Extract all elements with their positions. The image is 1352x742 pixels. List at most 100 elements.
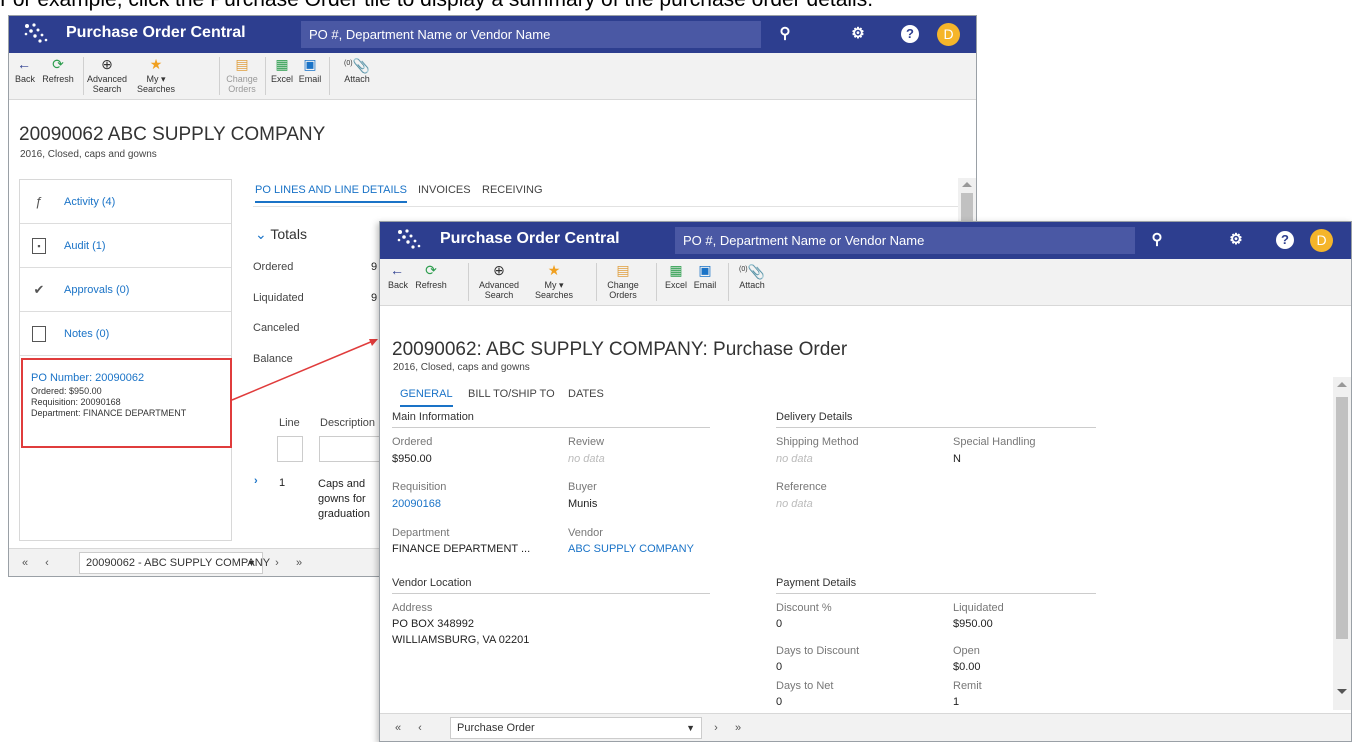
prev-record-button[interactable]: ‹	[410, 718, 430, 738]
sidebar-item-approvals[interactable]: ✔ Approvals (0)	[20, 268, 231, 312]
department-value[interactable]: FINANCE DEPARTMENT ...	[392, 543, 530, 555]
gear-icon[interactable]: ⚙	[1227, 231, 1245, 249]
toolbar: ← Back ⟳ Refresh ⊕ Advanced Search ★ My ▾ Sear…	[9, 53, 976, 100]
address-line1: PO BOX 348992	[392, 618, 474, 630]
discount-value: 0	[776, 618, 783, 630]
excel-button[interactable]: ▦ Excel	[664, 262, 688, 290]
department-label: Department	[392, 527, 450, 539]
instruction-caption: For example, click the Purchase Order ti…	[0, 0, 873, 12]
page-title: 20090062 ABC SUPPLY COMPANY	[19, 124, 326, 145]
discount-label: Discount %	[776, 602, 832, 614]
search-icon[interactable]: ⚲	[776, 25, 794, 43]
line-number: 1	[279, 477, 286, 489]
tab-po-lines[interactable]: PO LINES AND LINE DETAILS	[255, 184, 408, 203]
sidebar: ƒ Activity (4) ▪ Audit (1) ✔ Approvals (0) …	[19, 179, 232, 541]
next-record-button[interactable]: ›	[267, 553, 287, 573]
advanced-search-button[interactable]: ⊕ Advanced Search	[478, 262, 520, 300]
gear-icon[interactable]: ⚙	[849, 25, 867, 43]
change-orders-button[interactable]: ▤ Change Orders	[225, 56, 259, 94]
email-button[interactable]: ▣ Email	[692, 262, 718, 290]
scrollbar[interactable]	[1333, 377, 1351, 710]
outlook-icon: ▣	[303, 56, 317, 72]
paperclip-icon: (0)📎	[739, 263, 765, 280]
attach-button[interactable]: (0)📎 Attach	[736, 262, 768, 290]
purchase-order-tile[interactable]: PO Number: 20090062 Ordered: $950.00 Req…	[21, 358, 232, 448]
sidebar-item-activity[interactable]: ƒ Activity (4)	[20, 180, 231, 224]
refresh-icon: ⟳	[52, 56, 64, 72]
sidebar-item-notes[interactable]: Notes (0)	[20, 312, 231, 356]
requisition-link[interactable]: 20090168	[392, 498, 441, 510]
first-record-button[interactable]: «	[388, 718, 408, 738]
back-arrow-icon: ←	[17, 56, 31, 72]
user-avatar[interactable]: D	[937, 23, 960, 46]
last-record-button[interactable]: »	[728, 718, 748, 738]
special-handling-value: N	[953, 453, 961, 465]
delivery-heading: Delivery Details	[776, 411, 853, 423]
liquidated-label: Liquidated	[953, 602, 1004, 614]
user-avatar[interactable]: D	[1310, 229, 1333, 252]
refresh-button[interactable]: ⟳ Refresh	[41, 56, 75, 84]
chevron-down-icon: ⌄	[255, 226, 267, 242]
main-info-heading: Main Information	[392, 411, 474, 423]
advanced-search-button[interactable]: ⊕ Advanced Search	[87, 56, 127, 94]
tab-invoices[interactable]: INVOICES	[418, 184, 471, 196]
remit-label: Remit	[953, 680, 982, 692]
review-label: Review	[568, 436, 605, 448]
search-icon[interactable]: ⚲	[1148, 231, 1166, 249]
first-record-button[interactable]: «	[15, 553, 35, 573]
tab-general[interactable]: GENERAL	[400, 388, 453, 407]
open-label: Open	[953, 645, 980, 657]
change-orders-button[interactable]: ▤ Change Orders	[606, 262, 640, 300]
payment-heading: Payment Details	[776, 577, 857, 589]
reference-label: Reference	[776, 481, 827, 493]
record-pager: « ‹ Purchase Order ▼ › »	[380, 713, 1351, 741]
next-record-button[interactable]: ›	[706, 718, 726, 738]
back-button[interactable]: ← Back	[15, 56, 35, 84]
tab-receiving[interactable]: RECEIVING	[482, 184, 543, 196]
review-value: no data	[568, 453, 605, 465]
record-select[interactable]: Purchase Order ▼	[450, 717, 702, 739]
po-number-link[interactable]: PO Number: 20090062	[31, 373, 144, 384]
search-input[interactable]: PO #, Department Name or Vendor Name	[675, 227, 1135, 254]
refresh-icon: ⟳	[425, 262, 437, 278]
address-label: Address	[392, 602, 433, 614]
paperclip-icon: (0)📎	[344, 57, 370, 74]
last-record-button[interactable]: »	[289, 553, 309, 573]
line-filter-input[interactable]	[277, 436, 303, 462]
bolt-icon: ƒ	[35, 194, 43, 209]
totals-ordered-label: Ordered	[253, 261, 294, 273]
zoom-icon: ⊕	[493, 262, 505, 278]
app-title[interactable]: Purchase Order Central	[440, 230, 620, 248]
totals-liquidated-value: 9	[371, 292, 378, 304]
prev-record-button[interactable]: ‹	[37, 553, 57, 573]
expand-row-icon[interactable]: ›	[254, 475, 258, 487]
app-title[interactable]: Purchase Order Central	[66, 24, 246, 42]
my-searches-button[interactable]: ★ My ▾ Searches	[133, 56, 179, 94]
refresh-button[interactable]: ⟳ Refresh	[414, 262, 448, 290]
days-to-discount-label: Days to Discount	[776, 645, 860, 657]
days-to-discount-value: 0	[776, 661, 783, 673]
top-nav-bar: Purchase Order Central PO #, Department …	[380, 222, 1351, 259]
my-searches-button[interactable]: ★ My ▾ Searches	[530, 262, 578, 300]
totals-heading[interactable]: ⌄ Totals	[255, 226, 307, 243]
record-select[interactable]: 20090062 - ABC SUPPLY COMPANY ▼	[79, 552, 270, 574]
sidebar-item-audit[interactable]: ▪ Audit (1)	[20, 224, 231, 268]
requisition-label: Requisition	[392, 481, 447, 493]
zoom-icon: ⊕	[101, 56, 113, 72]
col-line-header: Line	[279, 417, 300, 429]
tab-dates[interactable]: DATES	[568, 388, 604, 400]
totals-balance-label: Balance	[253, 353, 293, 365]
open-value: $0.00	[953, 661, 981, 673]
back-button[interactable]: ← Back	[388, 262, 408, 290]
star-icon: ★	[149, 56, 163, 72]
attach-button[interactable]: (0)📎 Attach	[341, 56, 373, 84]
vendor-link[interactable]: ABC SUPPLY COMPANY	[568, 543, 694, 555]
email-button[interactable]: ▣ Email	[297, 56, 323, 84]
search-input[interactable]: PO #, Department Name or Vendor Name	[301, 21, 761, 48]
buyer-label: Buyer	[568, 481, 597, 493]
tab-bill-ship[interactable]: BILL TO/SHIP TO	[468, 388, 555, 400]
page-subtitle: 2016, Closed, caps and gowns	[20, 149, 157, 160]
help-icon[interactable]: ?	[1276, 231, 1294, 249]
excel-button[interactable]: ▦ Excel	[271, 56, 293, 84]
help-icon[interactable]: ?	[901, 25, 919, 43]
